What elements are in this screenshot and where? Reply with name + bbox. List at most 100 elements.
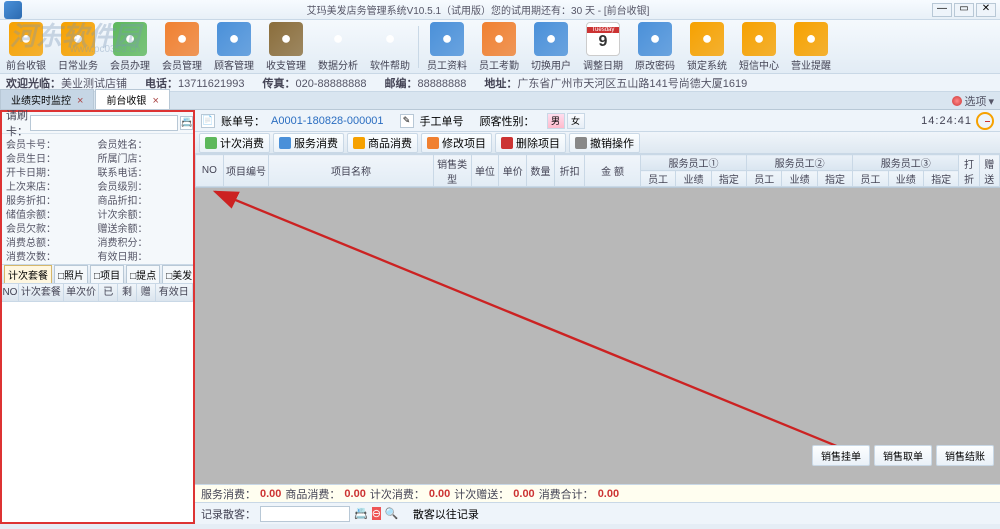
member-field: 会员姓名： bbox=[98, 136, 190, 150]
sale-btn-1[interactable]: 销售取单 bbox=[874, 445, 932, 466]
member-reg-button[interactable]: ●会员办理 bbox=[104, 20, 156, 74]
frontdesk-label: 前台收银 bbox=[6, 57, 46, 72]
col-1: 项目编号 bbox=[223, 155, 269, 187]
card-lookup-button[interactable]: 📇 bbox=[180, 116, 193, 130]
minimize-button[interactable]: — bbox=[932, 3, 952, 17]
daily-button[interactable]: ●日常业务 bbox=[52, 20, 104, 74]
change-pwd-icon: ● bbox=[638, 22, 672, 56]
staff-attend-button[interactable]: ●员工考勤 bbox=[473, 20, 525, 74]
gender-male-button[interactable]: 男 bbox=[547, 113, 565, 129]
tab-close-icon[interactable]: × bbox=[77, 95, 83, 107]
post-value: 88888888 bbox=[417, 78, 466, 90]
income-button[interactable]: ●收支管理 bbox=[260, 20, 312, 74]
sms-button[interactable]: ●短信中心 bbox=[733, 20, 785, 74]
edit-item-button[interactable]: 修改项目 bbox=[421, 133, 492, 153]
undo-button[interactable]: 撤销操作 bbox=[569, 133, 640, 153]
lock-sys-icon: ● bbox=[690, 22, 724, 56]
member-field: 有效日期： bbox=[98, 248, 190, 262]
member-field: 赠送余额： bbox=[98, 220, 190, 234]
col-4: 单位 bbox=[471, 155, 499, 187]
tail-col-1: 赠送 bbox=[979, 155, 999, 187]
record-history-link[interactable]: 散客以往记录 bbox=[413, 506, 479, 522]
member-field: 服务折扣： bbox=[6, 192, 98, 206]
member-mgmt-label: 会员管理 bbox=[162, 57, 202, 72]
member-field: 所属门店： bbox=[98, 150, 190, 164]
close-button[interactable]: ✕ bbox=[976, 3, 996, 17]
clock-icon bbox=[976, 112, 994, 130]
goods-consume-button[interactable]: 商品消费 bbox=[347, 133, 418, 153]
customer-button[interactable]: ●顾客管理 bbox=[208, 20, 260, 74]
window-title: 艾玛美发店务管理系统V10.5.1（试用版）您的试用期还有：30 天 - [前台… bbox=[26, 2, 930, 17]
record-customer-input[interactable] bbox=[260, 506, 350, 522]
col-8: 金 额 bbox=[585, 155, 641, 187]
subtab-3[interactable]: □提点 bbox=[126, 265, 160, 284]
member-field: 消费次数： bbox=[6, 248, 98, 262]
subtab-0[interactable]: 计次套餐 bbox=[4, 265, 52, 284]
card-input[interactable] bbox=[30, 115, 178, 131]
tab-perf-monitor[interactable]: 业绩实时监控× bbox=[0, 89, 94, 109]
sms-icon: ● bbox=[742, 22, 776, 56]
subtab-4[interactable]: □美发 bbox=[162, 265, 193, 284]
frontdesk-button[interactable]: ●前台收银 bbox=[0, 20, 52, 74]
switch-user-button[interactable]: ●切换用户 bbox=[525, 20, 577, 74]
member-reg-label: 会员办理 bbox=[110, 57, 150, 72]
staff-info-button[interactable]: ●员工资料 bbox=[421, 20, 473, 74]
bill-no-label: 账单号： bbox=[221, 113, 265, 129]
record-clear-button[interactable]: ⊖ bbox=[372, 507, 381, 520]
member-field: 开卡日期： bbox=[6, 164, 98, 178]
svc-sub-2-0: 员工 bbox=[853, 171, 888, 187]
phone-value: 13711621993 bbox=[178, 78, 244, 90]
sms-label: 短信中心 bbox=[739, 57, 779, 72]
subtab-1[interactable]: □照片 bbox=[54, 265, 88, 284]
help-button[interactable]: ●软件帮助 bbox=[364, 20, 416, 74]
staff-attend-icon: ● bbox=[482, 22, 516, 56]
analysis-button[interactable]: ●数据分析 bbox=[312, 20, 364, 74]
bill-no-value[interactable]: A0001-180828-000001 bbox=[271, 115, 384, 127]
options-menu[interactable]: 选项 ▾ bbox=[952, 93, 994, 109]
gender-label: 顾客性别： bbox=[480, 113, 535, 129]
switch-user-label: 切换用户 bbox=[531, 57, 571, 72]
col-0: NO bbox=[196, 155, 224, 187]
bill-header-row: 📄 账单号： A0001-180828-000001 ✎ 手工单号 顾客性别： … bbox=[195, 110, 1000, 132]
svc-group-2: 服务员工③ bbox=[853, 155, 959, 171]
member-field: 商品折扣： bbox=[98, 192, 190, 206]
tab-frontdesk-tab[interactable]: 前台收银× bbox=[95, 89, 169, 109]
summary-bar: 服务消费：0.00 商品消费：0.00 计次消费：0.00 计次赠送：0.00 … bbox=[195, 484, 1000, 502]
count-consume-button[interactable]: 计次消费 bbox=[199, 133, 270, 153]
tail-col-0: 打折 bbox=[959, 155, 979, 187]
member-mgmt-button[interactable]: ●会员管理 bbox=[156, 20, 208, 74]
lock-sys-button[interactable]: ●锁定系统 bbox=[681, 20, 733, 74]
remove-item-button[interactable]: 删除项目 bbox=[495, 133, 566, 153]
sum-total: 0.00 bbox=[598, 488, 619, 500]
search-button[interactable]: 🔍 bbox=[385, 507, 403, 520]
adjust-date-label: 调整日期 bbox=[583, 57, 623, 72]
change-pwd-button[interactable]: ●原改密码 bbox=[629, 20, 681, 74]
sale-btn-2[interactable]: 销售结账 bbox=[936, 445, 994, 466]
pencil-icon[interactable]: ✎ bbox=[400, 114, 414, 128]
fax-label: 传真： bbox=[262, 78, 295, 90]
sale-btn-0[interactable]: 销售挂单 bbox=[812, 445, 870, 466]
staff-info-label: 员工资料 bbox=[427, 57, 467, 72]
adjust-date-button[interactable]: Tuesday9调整日期 bbox=[577, 20, 629, 74]
subtab-2[interactable]: □项目 bbox=[90, 265, 124, 284]
customer-icon: ● bbox=[217, 22, 251, 56]
member-field: 会员生日： bbox=[6, 150, 98, 164]
svc-sub-1-0: 员工 bbox=[747, 171, 782, 187]
tab-close-icon[interactable]: × bbox=[152, 95, 158, 107]
gender-female-button[interactable]: 女 bbox=[567, 113, 585, 129]
member-info-list: 会员卡号：会员姓名：会员生日：所属门店：开卡日期：联系电话：上次来店：会员级别：… bbox=[2, 134, 193, 264]
member-field: 消费总额： bbox=[6, 234, 98, 248]
maximize-button[interactable]: ▭ bbox=[954, 3, 974, 17]
sum-count: 0.00 bbox=[429, 488, 450, 500]
record-customer-row: 记录散客： 📇 ⊖ 🔍 散客以往记录 bbox=[195, 502, 1000, 524]
main-content: 请刷卡： 📇 ⊖ 会员卡号：会员姓名：会员生日：所属门店：开卡日期：联系电话：上… bbox=[0, 110, 1000, 524]
remind-button[interactable]: ●营业提醒 bbox=[785, 20, 837, 74]
service-consume-button[interactable]: 服务消费 bbox=[273, 133, 344, 153]
bill-icon: 📄 bbox=[201, 114, 215, 128]
edit-item-icon bbox=[427, 137, 439, 149]
member-mgmt-icon: ● bbox=[165, 22, 199, 56]
phone-label: 电话： bbox=[145, 78, 178, 90]
pkg-col-6: 有效日期 bbox=[156, 284, 193, 301]
titlebar: 艾玛美发店务管理系统V10.5.1（试用版）您的试用期还有：30 天 - [前台… bbox=[0, 0, 1000, 20]
record-lookup-button[interactable]: 📇 bbox=[354, 507, 368, 520]
